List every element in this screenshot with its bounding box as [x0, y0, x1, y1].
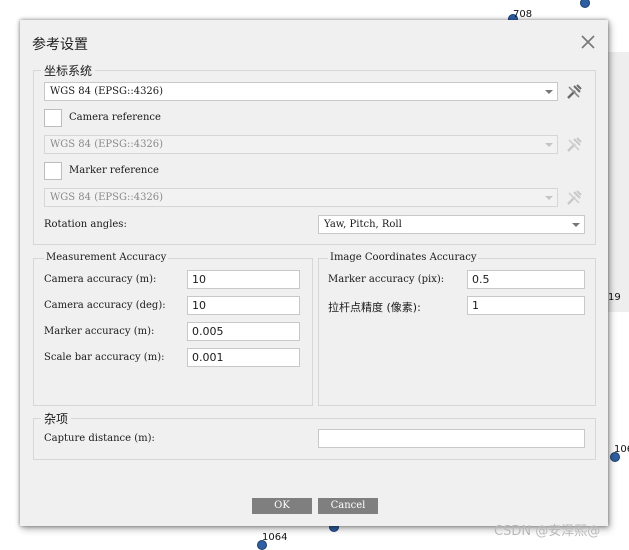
image-coordinates-legend: Image Coordinates Accuracy [328, 252, 479, 263]
watermark: CSDN @安泽熙@ [494, 524, 601, 539]
camera-reference-label: Camera reference [69, 112, 161, 123]
marker-reference-label: Marker reference [69, 165, 159, 176]
marker-accuracy-label: Marker accuracy (m): [44, 326, 155, 337]
marker-crs-tool-icon [567, 190, 582, 205]
marker-label: 708 [513, 9, 533, 20]
coordinate-system-legend: 坐标系统 [41, 62, 96, 79]
camera-accuracy-deg-input[interactable]: 10 [187, 296, 300, 315]
scale-bar-accuracy-label: Scale bar accuracy (m): [44, 352, 165, 363]
camera-reference-checkbox[interactable] [44, 109, 62, 127]
crs-select[interactable]: WGS 84 (EPSG::4326) [44, 82, 558, 101]
chevron-down-icon [545, 196, 553, 200]
capture-distance-label: Capture distance (m): [44, 433, 155, 444]
marker-label: 19 [608, 292, 621, 303]
rotation-angles-select[interactable]: Yaw, Pitch, Roll [318, 215, 585, 234]
marker-accuracy-input[interactable]: 0.005 [187, 322, 300, 341]
capture-distance-input[interactable] [318, 429, 585, 448]
reference-settings-dialog: 参考设置 坐标系统 WGS 84 (EPSG::4326) Camera ref… [20, 20, 608, 526]
camera-accuracy-m-label: Camera accuracy (m): [44, 274, 157, 285]
chevron-down-icon [572, 223, 580, 227]
chevron-down-icon [545, 90, 553, 94]
rotation-angles-label: Rotation angles: [44, 219, 127, 230]
camera-accuracy-deg-label: Camera accuracy (deg): [44, 300, 166, 311]
chevron-down-icon [545, 143, 553, 147]
camera-accuracy-m-input[interactable]: 10 [187, 270, 300, 289]
marker-crs-select[interactable]: WGS 84 (EPSG::4326) [44, 188, 558, 207]
marker-label: 1064 [262, 532, 288, 543]
crs-settings-tool-icon[interactable] [565, 83, 583, 101]
marker-label: 106 [614, 444, 629, 455]
tiepoint-accuracy-label: 拉杆点精度 (像素): [328, 301, 421, 314]
marker-accuracy-pix-input[interactable]: 0.5 [467, 270, 585, 289]
misc-legend: 杂项 [41, 410, 72, 427]
scale-bar-accuracy-input[interactable]: 0.001 [187, 348, 300, 367]
ok-button[interactable]: OK [252, 498, 312, 514]
cancel-button[interactable]: Cancel [318, 498, 378, 514]
dialog-title: 参考设置 [32, 37, 88, 53]
camera-crs-select[interactable]: WGS 84 (EPSG::4326) [44, 135, 558, 154]
measurement-accuracy-legend: Measurement Accuracy [44, 252, 169, 263]
camera-marker-dot[interactable] [580, 0, 590, 8]
tiepoint-accuracy-input[interactable]: 1 [467, 296, 585, 315]
marker-accuracy-pix-label: Marker accuracy (pix): [328, 274, 445, 285]
close-icon[interactable] [578, 32, 598, 52]
marker-reference-checkbox[interactable] [44, 162, 62, 180]
camera-crs-tool-icon [567, 137, 582, 152]
